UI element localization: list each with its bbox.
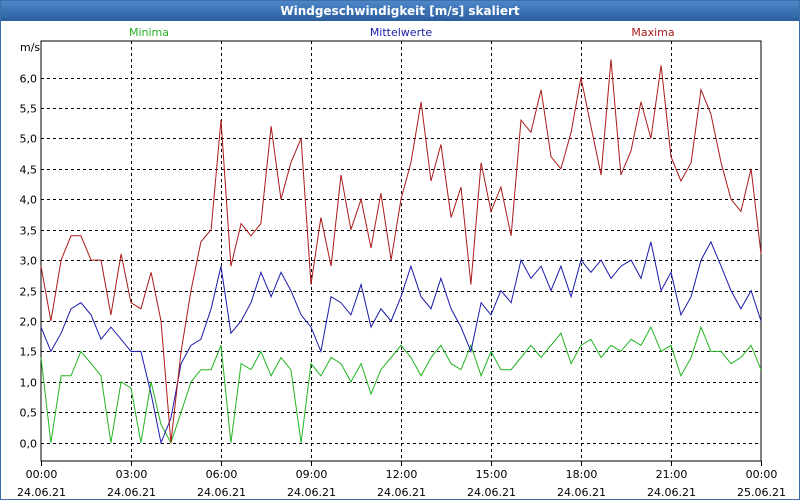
- y-tick-label: 1,5: [20, 346, 38, 359]
- x-tick-date-label: 25.06.21: [737, 486, 786, 499]
- y-tick-label: 4,5: [20, 164, 38, 177]
- wind-speed-chart: m/s 0,0 0,5 1,0 1,5 2,0 2,5 3,0 3,5 4,0 4,5 5,0 5,5…: [17, 26, 786, 499]
- y-tick-label: 5,0: [20, 133, 38, 146]
- y-tick-label: 2,5: [20, 286, 38, 299]
- x-tick-date-label: 24.06.21: [467, 486, 516, 499]
- legend-entry-minima: Minima: [129, 26, 169, 39]
- x-tick-time-label: 21:00: [656, 468, 688, 481]
- y-tick-label: 6,0: [20, 73, 38, 86]
- x-tick-time-label: 03:00: [116, 468, 148, 481]
- chart-title: Windgeschwindigkeit [m/s] skaliert: [1, 1, 799, 21]
- legend-entry-mittelwerte: Mittelwerte: [370, 26, 433, 39]
- x-tick-date-label: 24.06.21: [557, 486, 606, 499]
- x-tick-time-label: 06:00: [206, 468, 238, 481]
- y-axis-unit-label: m/s: [20, 41, 40, 54]
- chart-window: Windgeschwindigkeit [m/s] skaliert m/s 0…: [0, 0, 800, 500]
- x-tick-date-label: 24.06.21: [377, 486, 426, 499]
- x-tick-time-label: 15:00: [476, 468, 508, 481]
- x-tick-date-label: 24.06.21: [107, 486, 156, 499]
- x-tick-date-label: 24.06.21: [647, 486, 696, 499]
- y-tick-label: 5,5: [20, 103, 38, 116]
- x-tick-date-label: 24.06.21: [17, 486, 66, 499]
- x-tick-time-label: 00:00: [26, 468, 58, 481]
- y-tick-label: 2,0: [20, 316, 38, 329]
- y-tick-label: 0,5: [20, 407, 38, 420]
- x-tick-time-label: 18:00: [566, 468, 598, 481]
- y-tick-label: 3,0: [20, 255, 38, 268]
- x-tick-date-label: 24.06.21: [287, 486, 336, 499]
- legend-entry-maxima: Maxima: [631, 26, 674, 39]
- y-tick-label: 3,5: [20, 225, 38, 238]
- x-tick-date-label: 24.06.21: [197, 486, 246, 499]
- x-tick-time-label: 09:00: [296, 468, 328, 481]
- x-tick-time-label: 12:00: [386, 468, 418, 481]
- x-tick-time-label: 00:00: [746, 468, 778, 481]
- y-tick-label: 1,0: [20, 377, 38, 390]
- y-tick-label: 4,0: [20, 194, 38, 207]
- y-tick-label: 0,0: [20, 438, 38, 451]
